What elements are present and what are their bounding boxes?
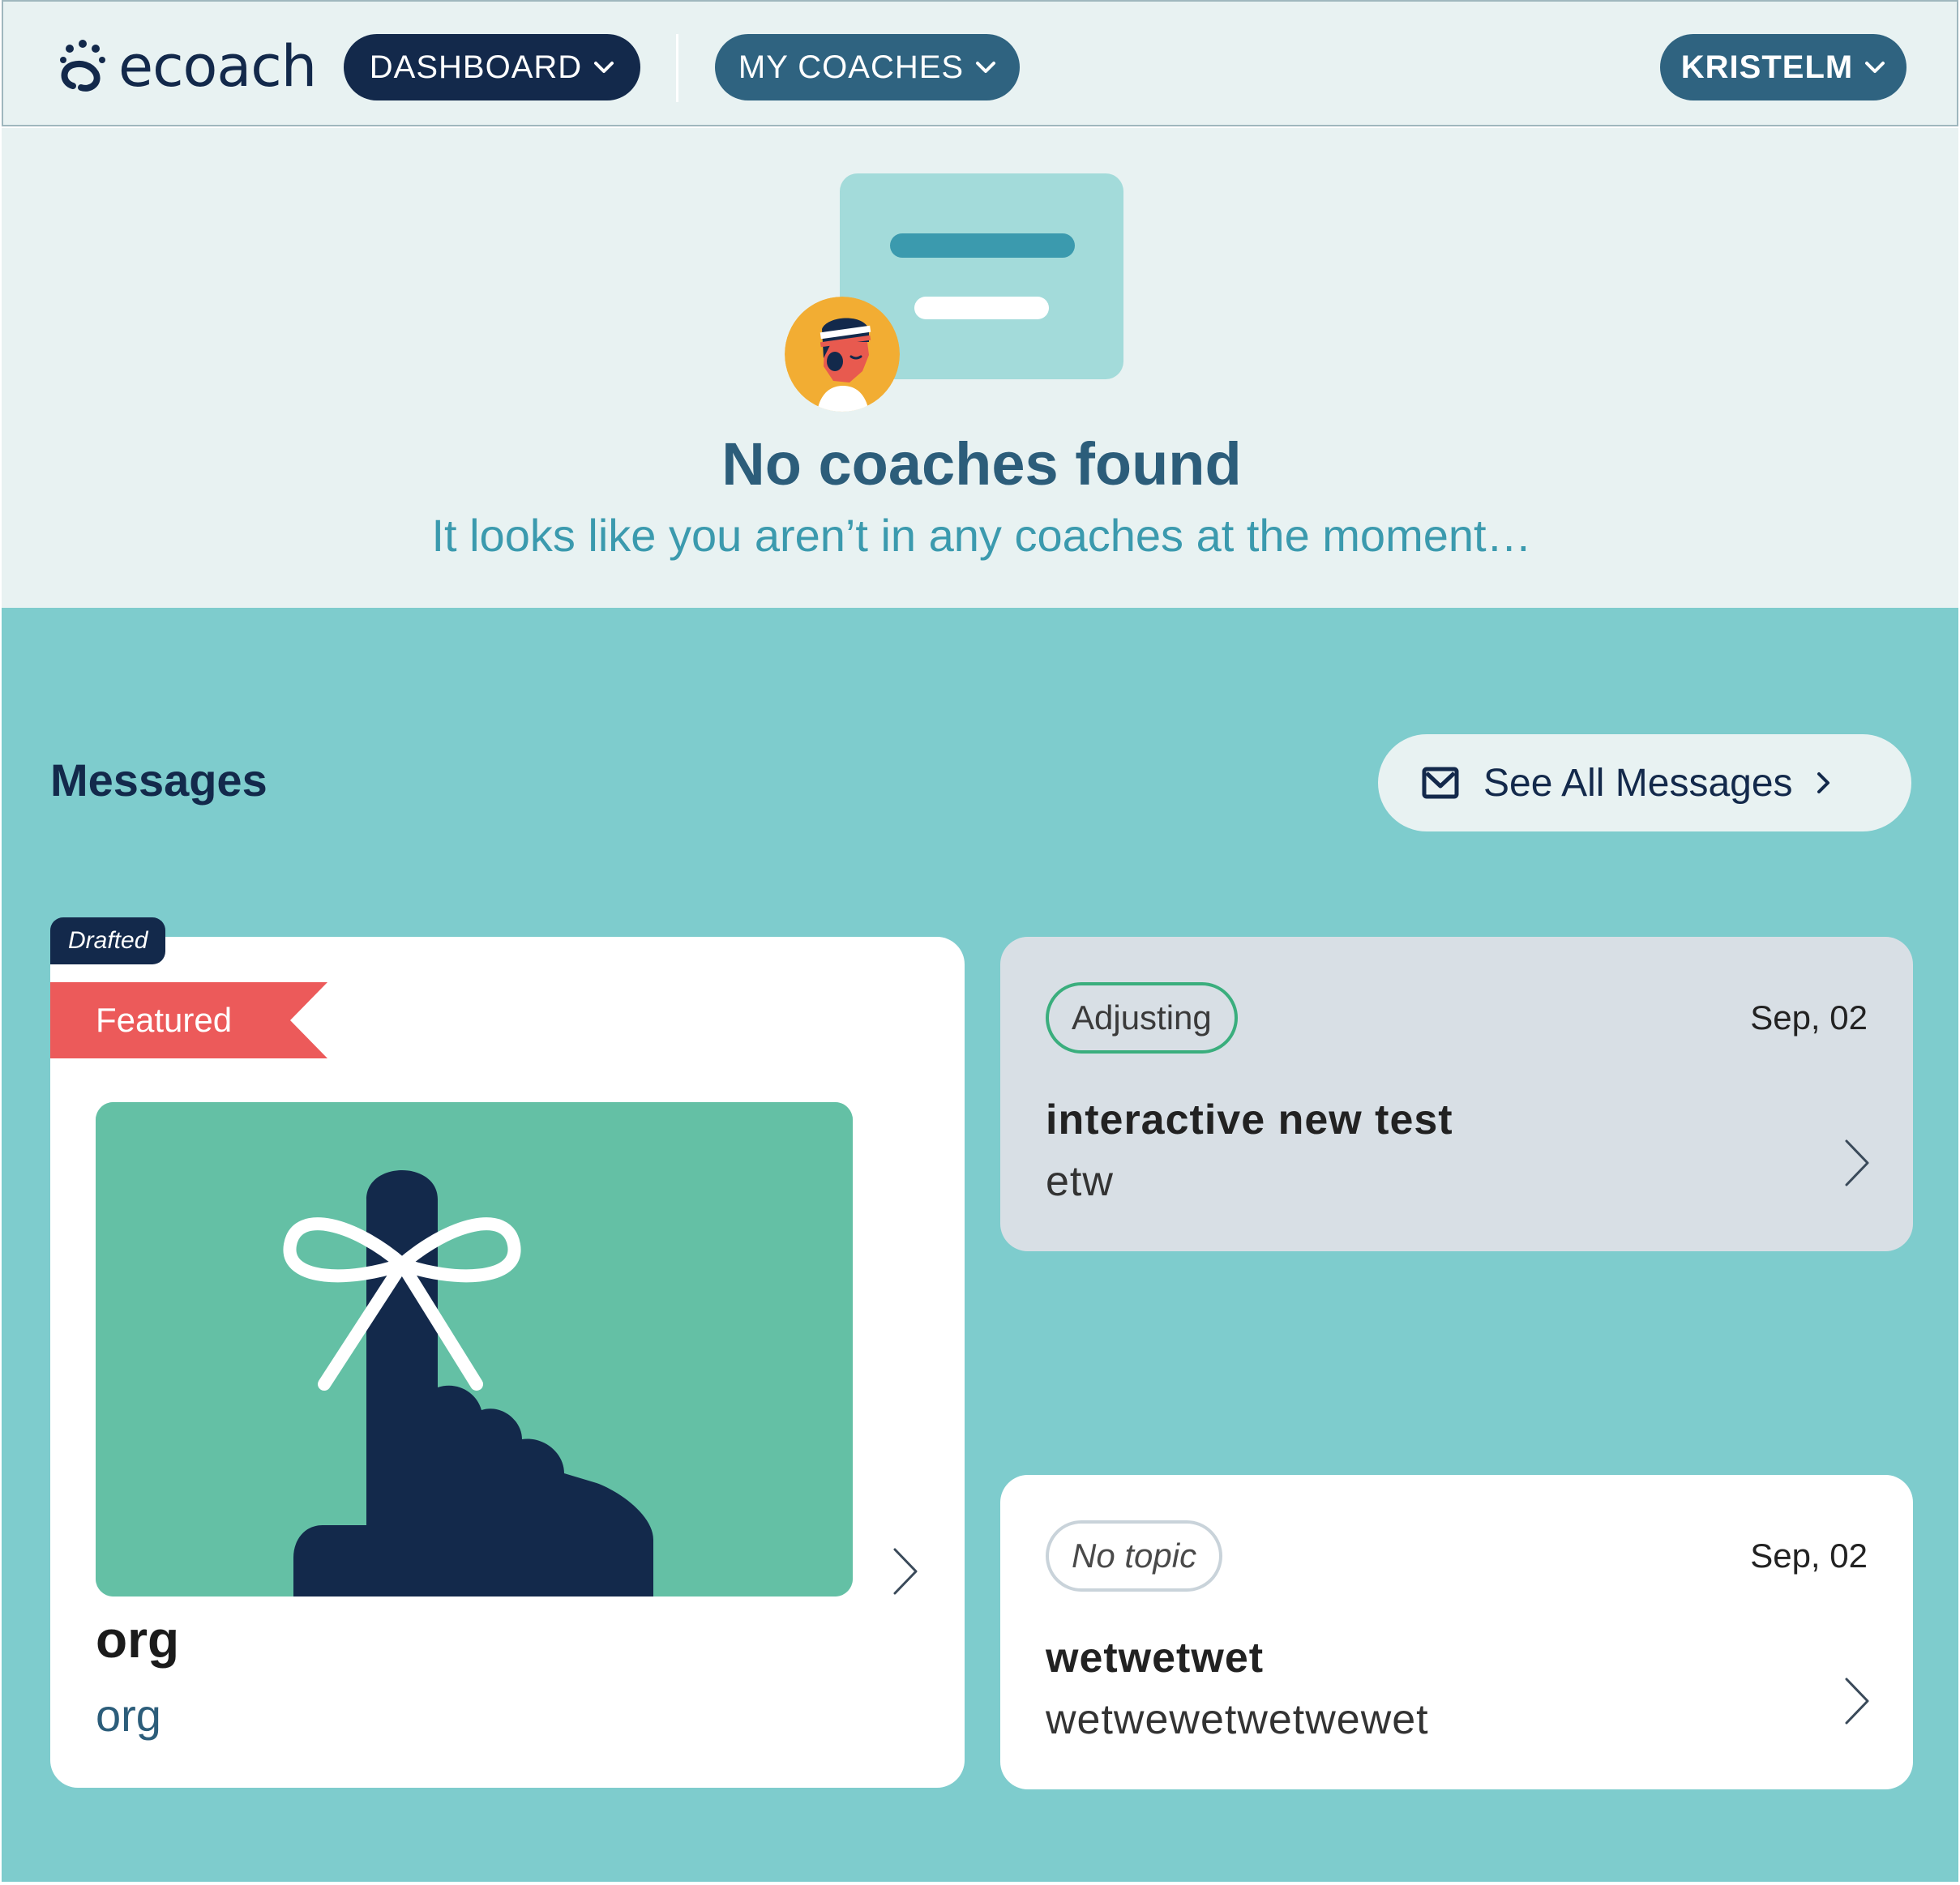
chevron-right-icon[interactable] [1843, 1138, 1871, 1188]
logo-text: ecoach [118, 33, 317, 100]
message-title: wetwetwet [1046, 1635, 1265, 1682]
featured-ribbon-label: Featured [96, 1001, 233, 1039]
chevron-down-icon [594, 62, 614, 73]
message-date: Sep, 02 [1750, 998, 1868, 1037]
illustration-line [914, 297, 1049, 319]
app-frame: ecoach DASHBOARD MY COACHES KRISTELM No … [2, 0, 1958, 1882]
message-card[interactable]: Adjusting Sep, 02 interactive new test e… [1000, 937, 1913, 1251]
topic-badge: Adjusting [1046, 982, 1238, 1054]
chevron-right-icon[interactable] [892, 1546, 919, 1596]
top-navigation-bar: ecoach DASHBOARD MY COACHES KRISTELM [2, 0, 1958, 126]
messages-heading: Messages [50, 754, 267, 806]
see-all-messages-label: See All Messages [1483, 761, 1793, 805]
user-menu-button[interactable]: KRISTELM [1660, 34, 1907, 100]
message-preview: wetwewetwetwewet [1046, 1696, 1429, 1743]
topic-badge: No topic [1046, 1520, 1223, 1592]
nav-divider [676, 34, 678, 102]
featured-message-subtitle: org [96, 1690, 161, 1741]
logo-icon [60, 40, 105, 92]
chevron-right-icon [1817, 772, 1829, 793]
empty-state-subtitle: It looks like you aren’t in any coaches … [431, 510, 1532, 561]
no-coaches-empty-state: No coaches found It looks like you aren’… [2, 128, 1958, 608]
user-menu-label: KRISTELM [1680, 49, 1854, 85]
dashboard-menu-label: DASHBOARD [369, 49, 583, 85]
featured-message-title: org [96, 1610, 180, 1669]
ribbon-finger-illustration [96, 1102, 853, 1596]
illustration-line [890, 233, 1075, 258]
avatar-illustration [785, 297, 900, 412]
my-coaches-menu-button[interactable]: MY COACHES [715, 34, 1020, 100]
message-card[interactable]: No topic Sep, 02 wetwetwet wetwewetwetwe… [1000, 1475, 1913, 1789]
see-all-messages-button[interactable]: See All Messages [1378, 734, 1911, 831]
chevron-right-icon[interactable] [1843, 1676, 1871, 1726]
message-date: Sep, 02 [1750, 1537, 1868, 1575]
messages-section: Messages See All Messages Drafted Featur… [2, 608, 1958, 1882]
chevron-down-icon [976, 62, 996, 73]
mail-icon [1422, 767, 1459, 799]
message-title: interactive new test [1046, 1096, 1453, 1143]
message-preview: etw [1046, 1158, 1114, 1205]
ecoach-logo[interactable]: ecoach [58, 26, 317, 107]
my-coaches-menu-label: MY COACHES [738, 49, 965, 85]
chevron-down-icon [1865, 62, 1885, 73]
empty-state-title: No coaches found [721, 430, 1242, 498]
drafted-status-badge: Drafted [50, 917, 166, 964]
dashboard-menu-button[interactable]: DASHBOARD [344, 34, 640, 100]
